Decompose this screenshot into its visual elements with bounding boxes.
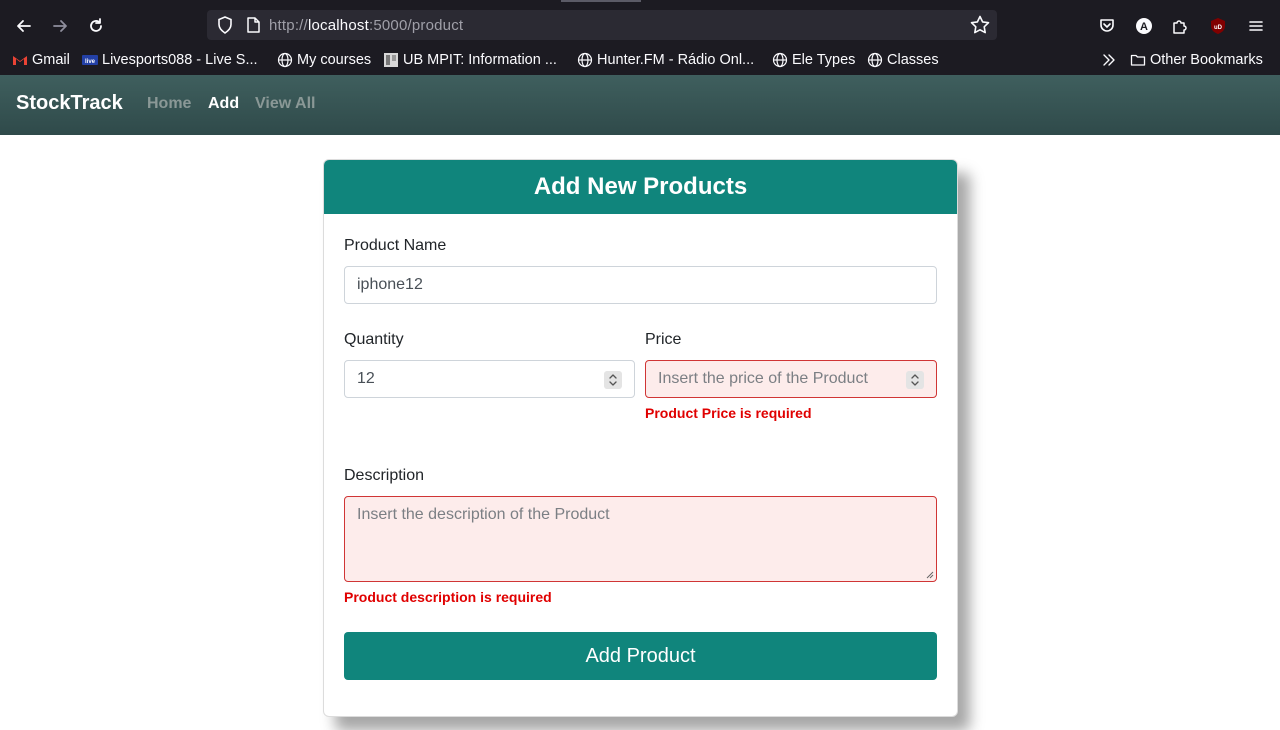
svg-text:uD: uD xyxy=(1214,25,1223,31)
back-button[interactable] xyxy=(10,12,38,40)
ublock-button[interactable]: uD xyxy=(1204,12,1232,40)
folder-icon xyxy=(1130,52,1146,68)
ublock-icon: uD xyxy=(1211,18,1225,34)
globe-icon xyxy=(277,52,293,68)
quantity-input[interactable]: 12 xyxy=(344,360,635,398)
page-icon[interactable] xyxy=(243,15,263,35)
product-name-label: Product Name xyxy=(344,237,447,254)
quantity-spinner[interactable] xyxy=(604,371,622,389)
price-placeholder: Insert the price of the Product xyxy=(658,370,868,387)
card-header: Add New Products xyxy=(324,160,957,214)
arrow-right-icon xyxy=(53,20,67,32)
globe-icon xyxy=(772,52,788,68)
browser-chrome: http://localhost:5000/product A uD Gmail xyxy=(0,0,1280,75)
globe-icon xyxy=(867,52,883,68)
menu-button[interactable] xyxy=(1242,12,1270,40)
url-path: :5000/product xyxy=(368,17,464,34)
ub-icon xyxy=(383,52,399,68)
bookmark-gmail[interactable]: Gmail xyxy=(12,51,70,69)
nav-view-all[interactable]: View All xyxy=(255,95,315,113)
price-label: Price xyxy=(645,331,682,348)
bookmark-label: Classes xyxy=(887,52,939,68)
description-textarea[interactable]: Insert the description of the Product xyxy=(344,496,937,582)
nav-add[interactable]: Add xyxy=(208,95,239,113)
gmail-icon xyxy=(12,52,28,68)
pocket-icon xyxy=(1100,19,1114,32)
bookmark-ub-mpit[interactable]: UB MPIT: Information ... xyxy=(383,51,557,69)
description-label: Description xyxy=(344,467,425,484)
extensions-button[interactable] xyxy=(1166,12,1194,40)
price-spinner[interactable] xyxy=(906,371,924,389)
spinner-arrows-icon xyxy=(609,374,617,386)
svg-text:live: live xyxy=(85,59,96,65)
bookmarks-bar: Gmail live Livesports088 - Live S... My … xyxy=(0,44,1280,75)
price-error: Product Price is required xyxy=(645,405,812,421)
other-bookmarks-label: Other Bookmarks xyxy=(1150,52,1263,68)
bookmark-label: UB MPIT: Information ... xyxy=(403,52,557,68)
bookmark-label: Livesports088 - Live S... xyxy=(102,52,258,68)
hamburger-icon xyxy=(1249,21,1263,31)
product-name-input[interactable]: iphone12 xyxy=(344,266,937,304)
product-name-value: iphone12 xyxy=(357,276,423,293)
account-button[interactable]: A xyxy=(1130,12,1158,40)
bookmarks-overflow-button[interactable] xyxy=(1101,51,1121,69)
brand-logo[interactable]: StockTrack xyxy=(16,92,123,115)
bookmark-label: Hunter.FM - Rádio Onl... xyxy=(597,52,755,68)
app-navbar: StockTrack Home Add View All xyxy=(0,75,1280,135)
bookmark-livesports[interactable]: live Livesports088 - Live S... xyxy=(82,51,258,69)
url-host: localhost xyxy=(307,17,369,34)
url-prefix: http:// xyxy=(269,17,308,34)
chevron-double-right-icon xyxy=(1101,52,1117,68)
card-title: Add New Products xyxy=(533,173,748,200)
forward-button[interactable] xyxy=(46,12,74,40)
arrow-left-icon xyxy=(17,20,31,32)
quantity-label: Quantity xyxy=(344,331,404,348)
bookmark-label: Gmail xyxy=(32,52,70,68)
bookmark-hunter-fm[interactable]: Hunter.FM - Rádio Onl... xyxy=(577,51,754,69)
livesports-icon: live xyxy=(82,52,98,68)
bookmark-ele-types[interactable]: Ele Types xyxy=(772,51,855,69)
bookmark-my-courses[interactable]: My courses xyxy=(277,51,371,69)
reload-button[interactable] xyxy=(82,12,110,40)
active-tab-indicator xyxy=(561,0,641,2)
puzzle-icon xyxy=(1173,20,1187,34)
url-text: http://localhost:5000/product xyxy=(269,17,463,34)
bookmark-label: My courses xyxy=(297,52,372,68)
add-product-button[interactable]: Add Product xyxy=(344,632,937,680)
other-bookmarks[interactable]: Other Bookmarks xyxy=(1130,51,1263,69)
price-input[interactable]: Insert the price of the Product xyxy=(645,360,937,398)
bookmark-classes[interactable]: Classes xyxy=(867,51,939,69)
globe-icon xyxy=(577,52,593,68)
url-bar[interactable]: http://localhost:5000/product xyxy=(207,10,997,40)
pocket-button[interactable] xyxy=(1093,12,1121,40)
reload-icon xyxy=(90,18,102,32)
resize-handle-icon[interactable] xyxy=(924,569,934,579)
description-error: Product description is required xyxy=(344,589,552,605)
browser-toolbar: http://localhost:5000/product A uD xyxy=(0,6,1280,44)
star-icon[interactable] xyxy=(969,14,991,36)
bookmark-label: Ele Types xyxy=(792,52,856,68)
svg-text:A: A xyxy=(1140,21,1148,33)
description-placeholder: Insert the description of the Product xyxy=(357,506,610,523)
add-product-card: Add New Products Product Name iphone12 Q… xyxy=(323,159,958,717)
spinner-arrows-icon xyxy=(911,374,919,386)
account-icon: A xyxy=(1136,18,1152,34)
nav-home[interactable]: Home xyxy=(147,95,191,113)
shield-icon[interactable] xyxy=(215,15,235,35)
quantity-value: 12 xyxy=(357,370,375,387)
